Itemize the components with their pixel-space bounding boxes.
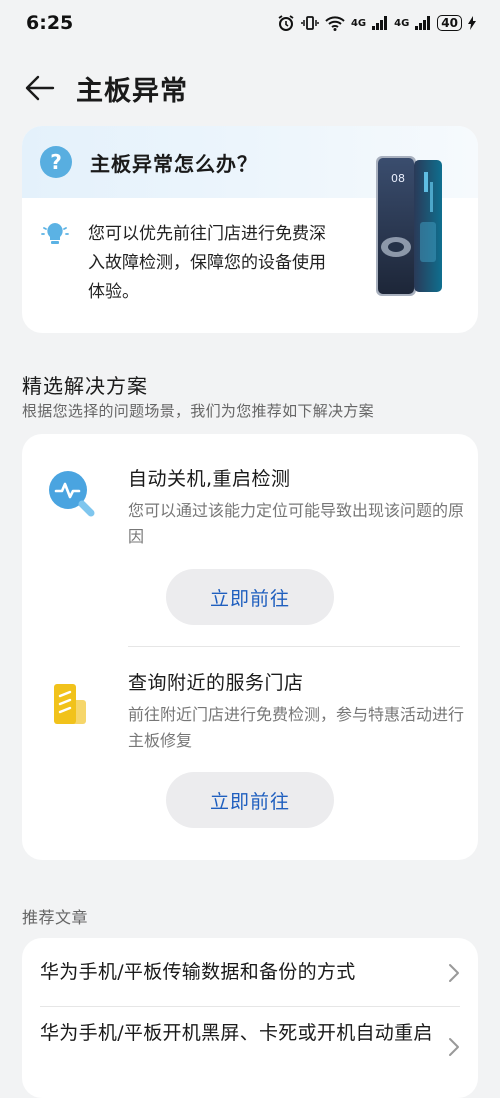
signal-1-label: 4G bbox=[350, 17, 367, 29]
articles-section-title: 推荐文章 bbox=[22, 908, 89, 927]
diagnosis-search-icon bbox=[49, 471, 95, 517]
charging-icon bbox=[468, 16, 476, 30]
solution-title: 查询附近的服务门店 bbox=[128, 672, 304, 694]
go-now-button[interactable]: 立即前往 bbox=[166, 569, 334, 625]
hero-question: 主板异常怎么办？ bbox=[90, 151, 258, 176]
phone-illustration: 08 bbox=[376, 156, 442, 296]
vibrate-icon bbox=[301, 16, 319, 30]
divider bbox=[128, 646, 460, 647]
page-title: 主板异常 bbox=[76, 75, 188, 107]
solution-description: 前往附近门店进行免费检测，参与特惠活动进行主板修复 bbox=[128, 705, 465, 750]
chevron-right-icon bbox=[449, 1038, 459, 1056]
solutions-card: 自动关机,重启检测 您可以通过该能力定位可能导致出现该问题的原因 立即前往 查询… bbox=[22, 434, 478, 860]
article-title: 华为手机/平板传输数据和备份的方式 bbox=[40, 961, 356, 983]
articles-card: 华为手机/平板传输数据和备份的方式 华为手机/平板开机黑屏、卡死或开机自动重启 bbox=[22, 938, 478, 1098]
status-bar: 6:25 4G 4G 40 bbox=[0, 0, 500, 46]
status-time: 6:25 bbox=[26, 12, 74, 34]
hero-answer: 您可以优先前往门店进行免费深入故障检测，保障您的设备使用体验。 bbox=[88, 224, 326, 302]
app-header: 主板异常 bbox=[0, 58, 500, 118]
solutions-section-title: 精选解决方案 bbox=[22, 374, 148, 398]
question-icon: ? bbox=[40, 146, 72, 178]
lightbulb-icon bbox=[41, 223, 69, 244]
service-store-icon bbox=[54, 684, 86, 724]
back-arrow-icon bbox=[25, 75, 55, 101]
go-now-button[interactable]: 立即前往 bbox=[166, 772, 334, 828]
phone-screen-time: 08 bbox=[391, 172, 405, 185]
signal-icon bbox=[372, 16, 388, 30]
article-title: 华为手机/平板开机黑屏、卡死或开机自动重启 bbox=[40, 1022, 433, 1044]
back-button[interactable] bbox=[20, 68, 60, 108]
article-item[interactable]: 华为手机/平板开机黑屏、卡死或开机自动重启 bbox=[22, 1007, 478, 1098]
status-icons: 4G 4G 40 bbox=[277, 14, 476, 32]
solutions-section-subtitle: 根据您选择的问题场景，我们为您推荐如下解决方案 bbox=[22, 402, 374, 420]
battery-indicator: 40 bbox=[437, 15, 462, 31]
signal-2-label: 4G bbox=[394, 17, 410, 29]
wifi-icon bbox=[325, 16, 345, 31]
solution-title: 自动关机,重启检测 bbox=[128, 468, 291, 490]
alarm-icon bbox=[278, 15, 294, 31]
faq-hero-card: ? 主板异常怎么办？ 您可以优先前往门店进行免费深入故障检测，保障您的设备使用体… bbox=[22, 126, 478, 333]
signal-icon bbox=[415, 16, 431, 30]
solution-description: 您可以通过该能力定位可能导致出现该问题的原因 bbox=[128, 501, 465, 546]
chevron-right-icon bbox=[449, 964, 459, 982]
article-item[interactable]: 华为手机/平板传输数据和备份的方式 bbox=[22, 938, 478, 1006]
